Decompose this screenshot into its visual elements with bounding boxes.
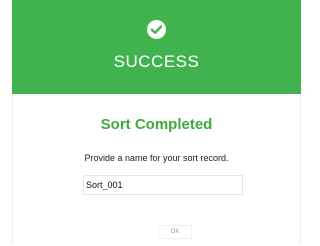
- dialog-title: SUCCESS: [113, 52, 200, 71]
- dialog-body: Sort Completed Provide a name for your s…: [12, 94, 301, 244]
- dialog-subtitle: Sort Completed: [100, 116, 213, 133]
- checkmark-circle-icon: [147, 20, 166, 39]
- ok-button[interactable]: OK: [158, 225, 192, 239]
- dialog-header: SUCCESS: [12, 0, 301, 94]
- name-prompt-label: Provide a name for your sort record.: [84, 153, 229, 163]
- sort-name-input[interactable]: [83, 175, 243, 195]
- success-dialog: SUCCESS Sort Completed Provide a name fo…: [0, 0, 304, 246]
